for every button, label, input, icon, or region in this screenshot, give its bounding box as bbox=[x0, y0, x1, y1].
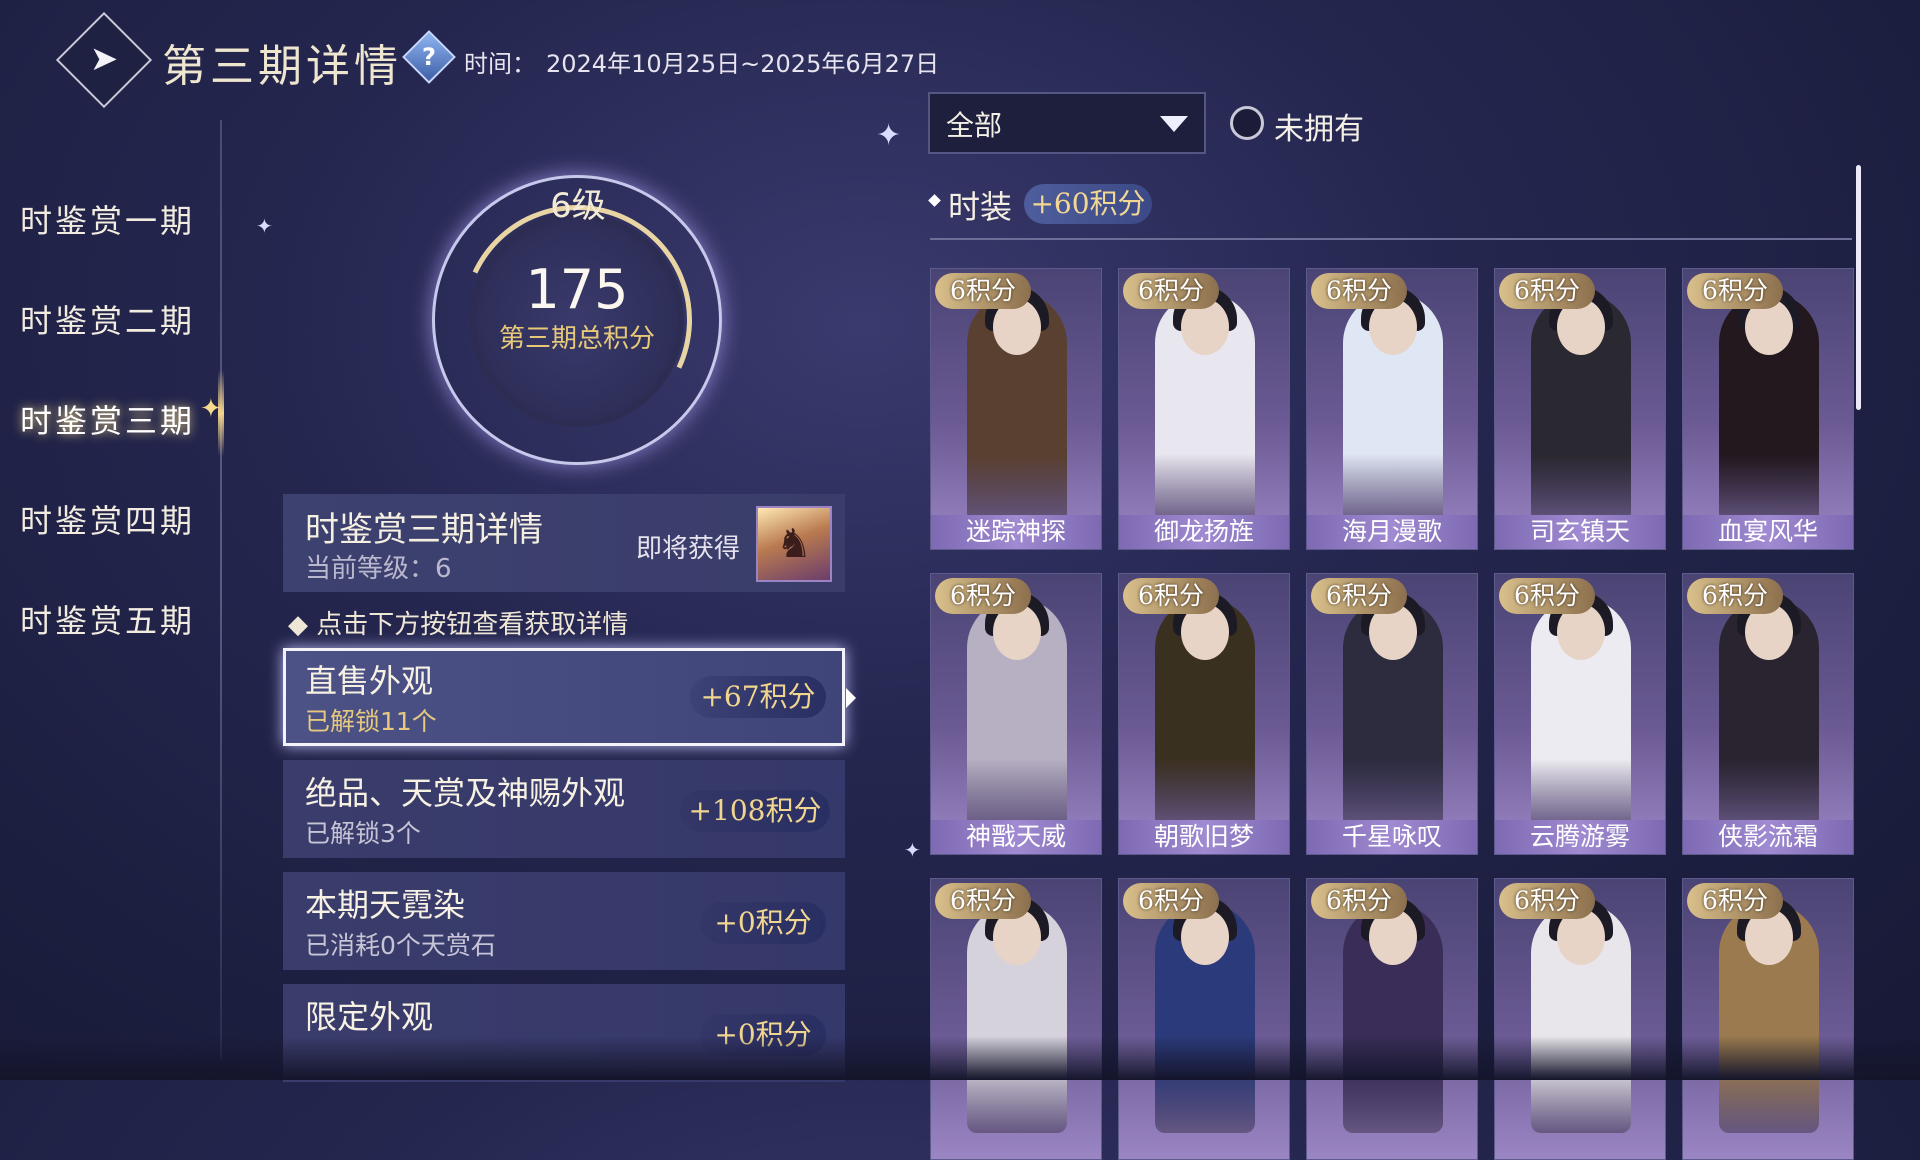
outfit-card[interactable]: 6积分御龙扬旌 bbox=[1118, 268, 1290, 550]
outfit-name: 血宴风华 bbox=[1683, 515, 1853, 549]
outfit-card[interactable]: 6积分 bbox=[1494, 878, 1666, 1160]
dancer-icon: ♞ bbox=[776, 521, 812, 567]
page-title: 第三期详情 bbox=[162, 41, 402, 92]
time-value: 2024年10月25日~2025年6月27日 bbox=[546, 50, 940, 78]
sparkle-icon: ✦ bbox=[256, 214, 273, 238]
sparkle-icon: ✦ bbox=[876, 118, 902, 153]
outfit-points-badge: 6积分 bbox=[935, 578, 1031, 614]
outfit-points-badge: 6积分 bbox=[1499, 883, 1595, 919]
hint-text: ◆ 点击下方按钮查看获取详情 bbox=[288, 610, 629, 640]
outfit-name: 神戬天威 bbox=[931, 820, 1101, 854]
section-points-badge: +60积分 bbox=[1024, 184, 1152, 224]
outfit-name: 迷踪神探 bbox=[931, 515, 1101, 549]
outfit-card[interactable]: 6积分司玄镇天 bbox=[1494, 268, 1666, 550]
outfit-card[interactable]: 6积分云腾游雾 bbox=[1494, 573, 1666, 855]
unowned-label[interactable]: 未拥有 bbox=[1274, 104, 1364, 148]
outfit-points-badge: 6积分 bbox=[1687, 883, 1783, 919]
outfit-points-badge: 6积分 bbox=[1687, 578, 1783, 614]
unowned-radio[interactable] bbox=[1230, 106, 1264, 140]
outfit-points-badge: 6积分 bbox=[1123, 273, 1219, 309]
outfit-name: 海月漫歌 bbox=[1307, 515, 1477, 549]
source-title: 绝品、天赏及神赐外观 bbox=[305, 774, 626, 812]
selected-arrow-icon bbox=[846, 688, 856, 708]
sidebar-item-period-5[interactable]: 时鉴赏五期 bbox=[20, 596, 195, 642]
sidebar-item-period-2[interactable]: 时鉴赏二期 bbox=[20, 296, 195, 342]
outfit-name: 侠影流霜 bbox=[1683, 820, 1853, 854]
total-score-label: 第三期总积分 bbox=[498, 324, 655, 354]
outfit-points-badge: 6积分 bbox=[1499, 273, 1595, 309]
outfit-card[interactable]: 6积分 bbox=[1118, 878, 1290, 1160]
upcoming-reward-label: 即将获得 bbox=[636, 534, 741, 564]
sparkle-icon: ✦ bbox=[904, 838, 921, 862]
chevron-down-icon bbox=[1160, 116, 1188, 132]
source-subtitle: 已消耗0个天赏石 bbox=[305, 931, 496, 960]
help-mark: ? bbox=[422, 43, 436, 71]
outfit-points-badge: 6积分 bbox=[935, 883, 1031, 919]
outfit-name: 司玄镇天 bbox=[1495, 515, 1665, 549]
time-label: 时间： bbox=[464, 50, 536, 78]
source-subtitle: 已解锁3个 bbox=[305, 819, 421, 848]
sidebar-item-period-1[interactable]: 时鉴赏一期 bbox=[20, 196, 195, 242]
scrollbar[interactable] bbox=[1856, 165, 1861, 410]
section-bullet-icon bbox=[928, 194, 941, 207]
outfit-card[interactable]: 6积分海月漫歌 bbox=[1306, 268, 1478, 550]
source-title: 直售外观 bbox=[305, 662, 434, 700]
total-score: 175 bbox=[525, 258, 629, 321]
source-subtitle: 已解锁11个 bbox=[305, 707, 437, 736]
outfit-points-badge: 6积分 bbox=[1311, 273, 1407, 309]
outfit-points-badge: 6积分 bbox=[1123, 883, 1219, 919]
outfit-name: 千星咏叹 bbox=[1307, 820, 1477, 854]
outfit-name: 御龙扬旌 bbox=[1119, 515, 1289, 549]
outfit-card[interactable]: 6积分 bbox=[1306, 878, 1478, 1160]
outfit-card[interactable]: 6积分迷踪神探 bbox=[930, 268, 1102, 550]
outfit-name: 云腾游雾 bbox=[1495, 820, 1665, 854]
outfit-card[interactable]: 6积分朝歌旧梦 bbox=[1118, 573, 1290, 855]
source-points-badge: +0积分 bbox=[700, 902, 826, 944]
source-title: 限定外观 bbox=[305, 998, 434, 1036]
outfit-card[interactable]: 6积分 bbox=[930, 878, 1102, 1160]
outfit-points-badge: 6积分 bbox=[1687, 273, 1783, 309]
level-text: 6级 bbox=[550, 186, 606, 226]
sparkle-icon: ✦ bbox=[200, 394, 222, 424]
period-detail-title: 时鉴赏三期详情 bbox=[305, 510, 543, 550]
outfit-card[interactable]: 6积分侠影流霜 bbox=[1682, 573, 1854, 855]
outfit-card[interactable]: 6积分血宴风华 bbox=[1682, 268, 1854, 550]
section-divider bbox=[930, 238, 1852, 240]
outfit-card[interactable]: 6积分神戬天威 bbox=[930, 573, 1102, 855]
sidebar-divider bbox=[220, 120, 222, 1060]
category-dropdown-value: 全部 bbox=[946, 109, 1003, 142]
source-title: 本期天霓染 bbox=[305, 886, 466, 924]
outfit-card[interactable]: 6积分 bbox=[1682, 878, 1854, 1160]
current-level: 当前等级：6 bbox=[305, 554, 452, 584]
outfit-points-badge: 6积分 bbox=[1499, 578, 1595, 614]
sidebar-item-period-4[interactable]: 时鉴赏四期 bbox=[20, 496, 195, 542]
source-points-badge: +108积分 bbox=[680, 790, 830, 832]
back-arrow-icon: ➤ bbox=[89, 39, 119, 79]
bottom-fade bbox=[0, 1036, 1920, 1080]
sidebar-item-period-3[interactable]: 时鉴赏三期 bbox=[20, 396, 195, 442]
outfit-points-badge: 6积分 bbox=[1311, 578, 1407, 614]
outfit-name: 朝歌旧梦 bbox=[1119, 820, 1289, 854]
outfit-points-badge: 6积分 bbox=[1123, 578, 1219, 614]
section-title: 时装 bbox=[948, 188, 1013, 226]
outfit-card[interactable]: 6积分千星咏叹 bbox=[1306, 573, 1478, 855]
outfit-points-badge: 6积分 bbox=[935, 273, 1031, 309]
outfit-points-badge: 6积分 bbox=[1311, 883, 1407, 919]
source-points-badge: +67积分 bbox=[690, 676, 826, 718]
